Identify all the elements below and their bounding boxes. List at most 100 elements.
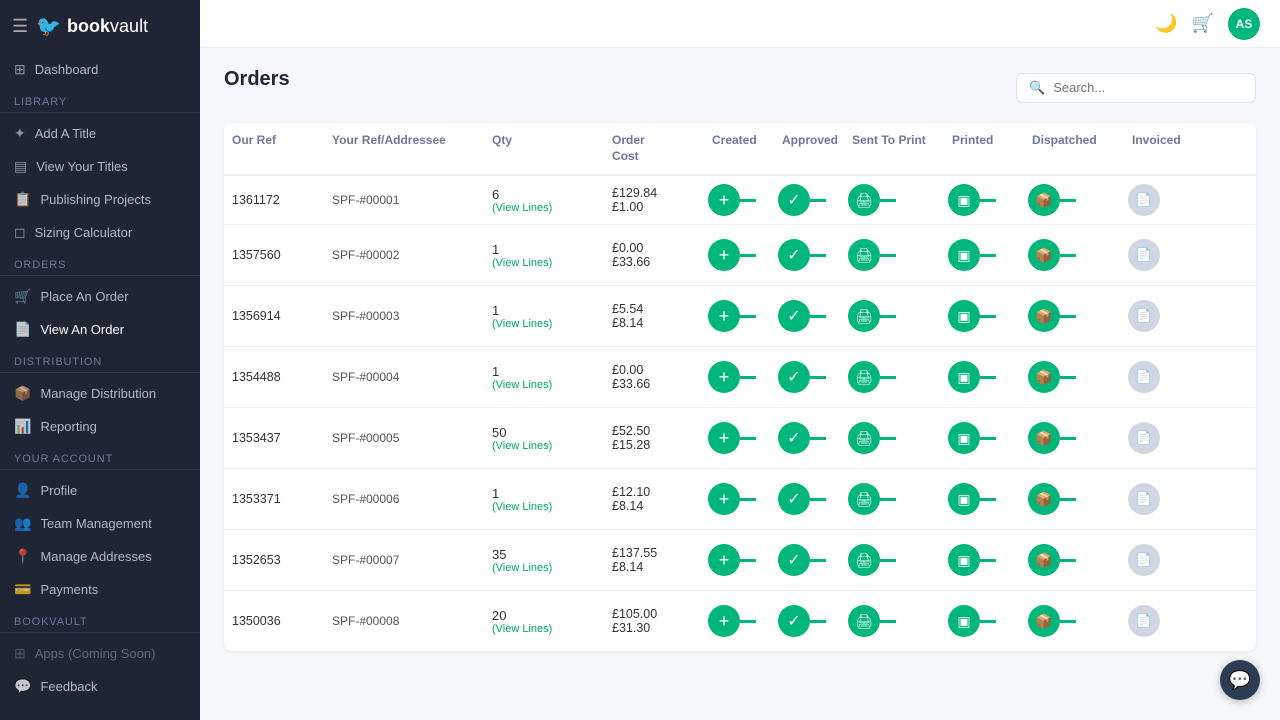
sidebar-item-view-titles[interactable]: ▤ View Your Titles [0,150,200,183]
account-section: Your Account [0,443,200,470]
sidebar-item-publishing[interactable]: 📋 Publishing Projects [0,183,200,216]
status-dot-doc: 📄 [1128,483,1160,515]
status-printer-cell: 🖨 [844,414,944,462]
manage-dist-icon: 📦 [14,385,31,402]
col-our-ref: Our Ref [224,123,324,174]
status-dot-monitor: ▣ [948,544,980,576]
sidebar-item-dashboard[interactable]: ⊞ Dashboard [0,53,200,86]
status-dot-box: 📦 [1028,239,1060,271]
pipe-line-4 [1060,315,1076,318]
chat-bubble[interactable]: 💬 [1220,660,1260,700]
pipe-line-4 [1060,559,1076,562]
view-lines-link[interactable]: (View Lines) [492,623,596,635]
status-printer-cell: 🖨 [844,536,944,584]
table-row: 1357560SPF-#000021(View Lines)£0.00£33.6… [224,225,1256,286]
status-doc-cell: 📄 [1124,536,1204,584]
view-lines-link[interactable]: (View Lines) [492,501,596,513]
qty-cell: 1(View Lines) [484,476,604,523]
place-order-icon: 🛒 [14,288,31,305]
sidebar-item-manage-dist[interactable]: 📦 Manage Distribution [0,377,200,410]
sidebar-item-team[interactable]: 👥 Team Management [0,507,200,540]
pipe-line-0 [740,376,756,379]
main-area: 🌙 🛒 AS Orders 🔍 Our Ref Your Ref/Address… [200,0,1280,720]
status-dot-plus: + [708,300,740,332]
status-dot-monitor: ▣ [948,300,980,332]
status-monitor-cell: ▣ [944,292,1024,340]
table-row: 1353371SPF-#000061(View Lines)£12.10£8.1… [224,469,1256,530]
sidebar-item-reporting[interactable]: 📊 Reporting [0,410,200,443]
order-cost-cell: £105.00£31.30 [604,597,704,645]
qty-cell: 6(View Lines) [484,177,604,224]
pipe-line-3 [980,559,996,562]
status-doc-cell: 📄 [1124,176,1204,224]
status-dot-check: ✓ [778,483,810,515]
status-dot-box: 📦 [1028,361,1060,393]
sizing-label: Sizing Calculator [35,225,133,240]
sidebar-item-sizing[interactable]: ◻ Sizing Calculator [0,216,200,249]
qty-cell: 1(View Lines) [484,232,604,279]
status-monitor-cell: ▣ [944,176,1024,224]
sidebar-item-profile[interactable]: 👤 Profile [0,474,200,507]
qty-cell: 1(View Lines) [484,293,604,340]
status-dot-plus: + [708,605,740,637]
your-ref-cell: SPF-#00001 [324,183,484,217]
status-dot-box: 📦 [1028,300,1060,332]
order-cost-cell: £0.00£33.66 [604,231,704,279]
status-printer-cell: 🖨 [844,475,944,523]
pipe-line-0 [740,315,756,318]
sidebar-item-place-order[interactable]: 🛒 Place An Order [0,280,200,313]
status-dot-monitor: ▣ [948,361,980,393]
status-box-cell: 📦 [1024,353,1124,401]
sidebar-item-addresses[interactable]: 📍 Manage Addresses [0,540,200,573]
cart-icon[interactable]: 🛒 [1192,13,1214,34]
status-dot-doc: 📄 [1128,239,1160,271]
view-lines-link[interactable]: (View Lines) [492,202,596,214]
your-ref-cell: SPF-#00002 [324,238,484,272]
hamburger-icon[interactable]: ☰ [12,16,28,37]
distribution-section: Distribution [0,346,200,373]
pipe-line-3 [980,620,996,623]
pipe-line-0 [740,620,756,623]
view-lines-link[interactable]: (View Lines) [492,379,596,391]
pipe-line-1 [810,498,826,501]
avatar[interactable]: AS [1228,8,1260,40]
sidebar-header: ☰ 🐦 bookvault [0,0,200,53]
pipe-line-2 [880,559,896,562]
dashboard-label: Dashboard [35,62,99,77]
col-dispatched: Dispatched [1024,123,1124,174]
status-plus-cell: + [704,414,774,462]
manage-dist-label: Manage Distribution [40,386,156,401]
apps-label: Apps (Coming Soon) [35,646,156,661]
status-dot-printer: 🖨 [848,300,880,332]
status-monitor-cell: ▣ [944,475,1024,523]
view-lines-link[interactable]: (View Lines) [492,257,596,269]
status-box-cell: 📦 [1024,536,1124,584]
your-ref-cell: SPF-#00006 [324,482,484,516]
view-lines-link[interactable]: (View Lines) [492,318,596,330]
sidebar-item-feedback[interactable]: 💬 Feedback [0,670,200,703]
status-dot-doc: 📄 [1128,300,1160,332]
table-row: 1353437SPF-#0000550(View Lines)£52.50£15… [224,408,1256,469]
status-dot-box: 📦 [1028,544,1060,576]
pipe-line-1 [810,376,826,379]
search-input[interactable] [1053,80,1243,95]
view-lines-link[interactable]: (View Lines) [492,562,596,574]
status-plus-cell: + [704,292,774,340]
order-cost-cell: £129.84£1.00 [604,176,704,224]
status-printer-cell: 🖨 [844,176,944,224]
sidebar-item-add-title[interactable]: ✦ Add A Title [0,117,200,150]
qty-cell: 20(View Lines) [484,598,604,645]
team-label: Team Management [40,516,151,531]
moon-icon[interactable]: 🌙 [1155,13,1177,34]
sidebar-item-payments[interactable]: 💳 Payments [0,573,200,606]
sidebar-item-view-order[interactable]: 📄 View An Order [0,313,200,346]
team-icon: 👥 [14,515,31,532]
status-doc-cell: 📄 [1124,353,1204,401]
table-row: 1350036SPF-#0000820(View Lines)£105.00£3… [224,591,1256,651]
your-ref-cell: SPF-#00007 [324,543,484,577]
qty-cell: 50(View Lines) [484,415,604,462]
our-ref-cell: 1361172 [224,183,324,217]
page-title: Orders [224,68,290,91]
col-order-cost: OrderCost [604,123,704,174]
view-lines-link[interactable]: (View Lines) [492,440,596,452]
